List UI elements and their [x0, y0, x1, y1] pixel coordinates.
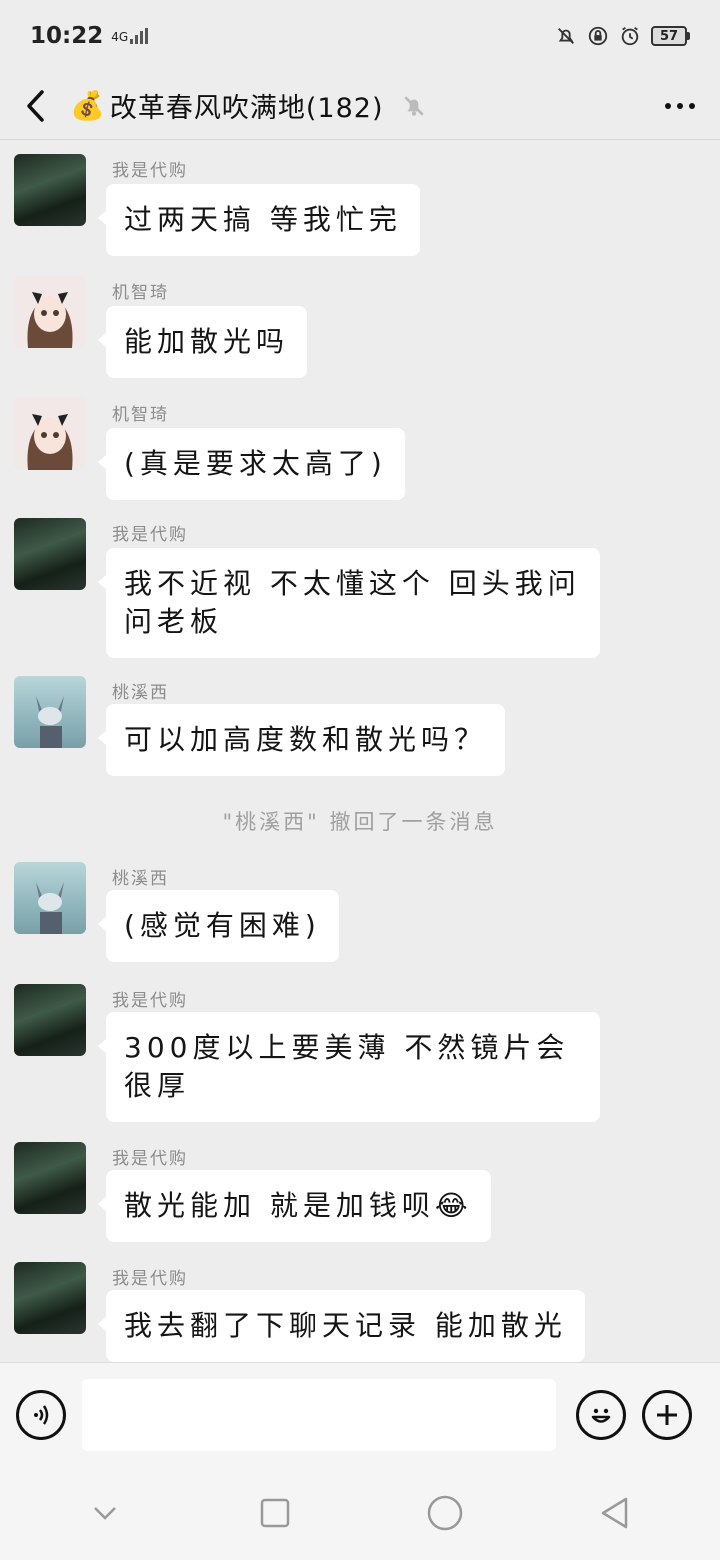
- recall-notice: "桃溪西" 撤回了一条消息: [222, 810, 498, 834]
- chevron-left-icon: [27, 89, 44, 122]
- nav-back-button[interactable]: [585, 1483, 645, 1543]
- chevron-down-icon: [94, 1507, 116, 1520]
- emoji-icon: [591, 1408, 611, 1423]
- avatar[interactable]: [14, 276, 86, 348]
- avatar[interactable]: [14, 1142, 86, 1214]
- signal-icon: [130, 28, 149, 44]
- chat-list[interactable]: 我是代购 过两天搞 等我忙完 机智琦 能加散光吗 机智琦 (真是要求太高了) 我…: [0, 140, 720, 1362]
- message-bubble[interactable]: 过两天搞 等我忙完: [98, 184, 420, 256]
- system-nav-bar: [0, 1466, 720, 1560]
- emoji-button[interactable]: [576, 1389, 626, 1440]
- avatar[interactable]: [14, 984, 86, 1056]
- group-name: 改革春风吹满地(182): [109, 93, 384, 124]
- more-button[interactable]: [640, 72, 720, 140]
- avatar[interactable]: [14, 1262, 86, 1334]
- circle-icon: [427, 1495, 463, 1531]
- plus-button[interactable]: [642, 1389, 692, 1440]
- square-icon: [260, 1498, 290, 1528]
- sender-name: 我是代购: [112, 1149, 188, 1169]
- sender-name: 机智琦: [112, 405, 169, 425]
- sender-name: 我是代购: [112, 1269, 188, 1289]
- avatar[interactable]: [14, 154, 86, 226]
- sender-name: 机智琦: [112, 283, 169, 303]
- message-bubble[interactable]: 我不近视 不太懂这个 回头我问问老板: [98, 548, 600, 658]
- plus-icon: [657, 1404, 677, 1425]
- battery-icon: 57: [651, 26, 690, 46]
- message-bubble[interactable]: (真是要求太高了): [98, 428, 405, 500]
- nav-home-button[interactable]: [415, 1483, 475, 1543]
- alarm-icon: [621, 26, 639, 46]
- message-bubble[interactable]: 可以加高度数和散光吗？: [97, 704, 506, 776]
- message-bubble[interactable]: 我去翻了下聊天记录 能加散光: [98, 1290, 585, 1362]
- avatar[interactable]: [14, 862, 86, 934]
- input-bar: [0, 1362, 720, 1466]
- back-button[interactable]: [0, 72, 70, 140]
- network-indicator: 4G: [111, 28, 149, 44]
- battery-level: 57: [651, 26, 687, 46]
- message-bubble[interactable]: 300度以上要美薄 不然镜片会很厚: [98, 1012, 600, 1122]
- chat-header: 💰 改革春风吹满地(182): [0, 72, 720, 140]
- avatar[interactable]: [14, 518, 86, 590]
- status-bar: 10:22 4G 57: [0, 0, 720, 72]
- sender-name: 桃溪西: [112, 869, 169, 889]
- bell-off-icon: [404, 95, 425, 116]
- triangle-back-icon: [601, 1497, 628, 1529]
- message-bubble[interactable]: 散光能加 就是加钱呗😂: [98, 1170, 491, 1242]
- network-type: 4G: [111, 30, 129, 44]
- lock-rotation-icon: [588, 26, 608, 46]
- nav-recents-button[interactable]: [245, 1483, 305, 1543]
- voice-button[interactable]: [16, 1389, 66, 1440]
- message-input[interactable]: [82, 1378, 556, 1451]
- voice-icon: [34, 1404, 49, 1425]
- sender-name: 我是代购: [112, 161, 188, 181]
- message-bubble[interactable]: (感觉有困难): [98, 890, 339, 962]
- sender-name: 我是代购: [112, 525, 188, 545]
- money-bag-icon: 💰: [70, 89, 106, 122]
- sender-name: 桃溪西: [112, 683, 169, 703]
- chat-title[interactable]: 💰 改革春风吹满地(182): [70, 86, 427, 125]
- sender-name: 我是代购: [112, 991, 188, 1011]
- more-icon: [665, 102, 671, 109]
- nav-hide-button[interactable]: [75, 1483, 135, 1543]
- avatar[interactable]: [14, 676, 86, 748]
- bell-off-icon: [558, 28, 574, 44]
- message-bubble[interactable]: 能加散光吗: [97, 306, 308, 378]
- status-time: 10:22: [30, 23, 104, 49]
- avatar[interactable]: [14, 398, 86, 470]
